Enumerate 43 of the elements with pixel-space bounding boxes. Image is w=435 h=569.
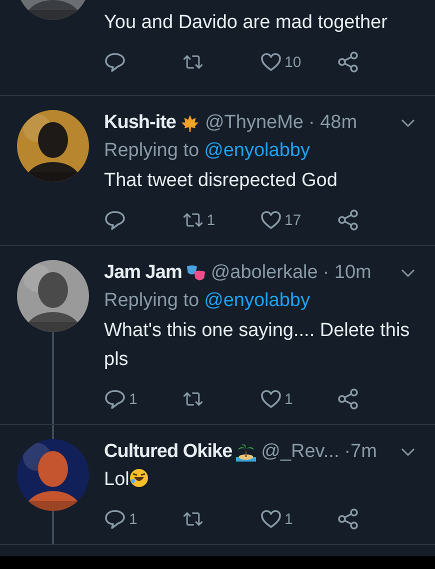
chevron-down-icon[interactable]	[401, 119, 415, 127]
theater-masks-icon	[186, 264, 206, 282]
user-handle[interactable]: @ThyneMe	[205, 112, 304, 134]
laughing-emoji-icon	[129, 468, 150, 488]
heart-icon[interactable]	[260, 388, 282, 410]
palm-island-icon	[236, 442, 256, 462]
retweet-count: 1	[206, 212, 216, 228]
replying-label: Replying to	[104, 140, 200, 162]
reply-count: 1	[129, 510, 138, 528]
share-icon[interactable]	[337, 209, 360, 231]
reply-count: 1	[129, 390, 138, 408]
share-icon[interactable]	[337, 508, 360, 530]
user-name[interactable]: Kush-ite	[104, 112, 176, 134]
maple-leaf-icon	[180, 114, 200, 132]
tweet-text: Lol	[104, 469, 130, 490]
like-count: 1	[284, 510, 293, 528]
chevron-down-icon[interactable]	[401, 269, 415, 277]
user-handle[interactable]: @_Rev...	[261, 441, 340, 463]
user-name[interactable]: Jam Jam	[104, 262, 182, 284]
tweet-text: That tweet disrepected God	[104, 170, 338, 191]
user-handle[interactable]: @abolerkale	[210, 262, 318, 284]
reply-icon[interactable]	[104, 508, 126, 530]
share-icon[interactable]	[337, 388, 360, 410]
heart-icon[interactable]	[260, 209, 282, 231]
reply-icon[interactable]	[104, 209, 126, 231]
timestamp: ·7m	[344, 441, 377, 463]
timestamp: · 48m	[308, 112, 358, 134]
share-icon[interactable]	[337, 51, 360, 73]
replying-label: Replying to	[104, 290, 200, 312]
mention-link[interactable]: @enyolabby	[204, 140, 310, 162]
tweet-text: What's this one saying.... Delete this pls	[104, 320, 410, 370]
heart-icon[interactable]	[260, 508, 282, 530]
tweet-text: You and Davido are mad together	[104, 12, 388, 33]
reply-icon[interactable]	[104, 51, 126, 73]
like-count: 10	[284, 54, 302, 70]
reply-icon[interactable]	[104, 388, 126, 410]
like-count: 17	[284, 212, 302, 228]
user-name[interactable]: Cultured Okike	[104, 441, 232, 463]
mention-link[interactable]: @enyolabby	[204, 290, 310, 312]
heart-icon[interactable]	[260, 51, 282, 73]
timestamp: · 10m	[322, 262, 372, 284]
like-count: 1	[284, 390, 293, 408]
chevron-down-icon[interactable]	[401, 448, 415, 456]
